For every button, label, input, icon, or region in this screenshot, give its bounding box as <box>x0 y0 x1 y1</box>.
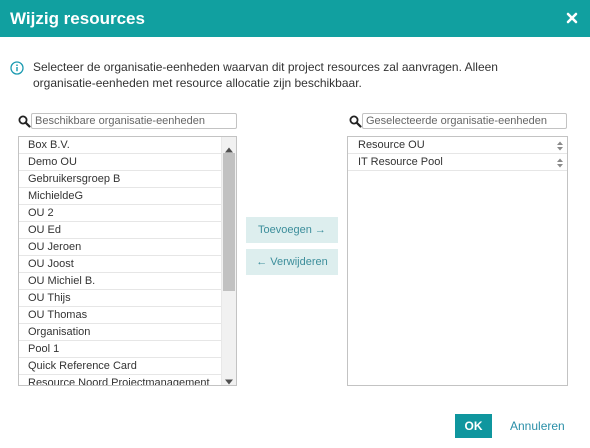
dialog-titlebar: Wijzig resources <box>0 0 590 37</box>
available-unit-item[interactable]: Quick Reference Card <box>19 358 221 375</box>
available-unit-item[interactable]: OU Joost <box>19 256 221 273</box>
selected-units-list[interactable]: Resource OU IT Resource Pool <box>347 136 568 386</box>
add-button[interactable]: Toevoegen → <box>246 217 338 243</box>
remove-button[interactable]: ← Verwijderen <box>246 249 338 275</box>
info-icon <box>10 61 24 75</box>
available-unit-item[interactable]: OU Thijs <box>19 290 221 307</box>
selected-unit-item[interactable]: Resource OU <box>348 137 567 154</box>
edit-resources-dialog: Wijzig resources Selecteer de organisati… <box>0 0 590 448</box>
scroll-down-arrow-icon[interactable] <box>225 374 233 385</box>
available-unit-item[interactable]: Resource Noord Projectmanagement <box>19 375 221 385</box>
available-unit-item[interactable]: Gebruikersgroep B <box>19 171 221 188</box>
available-search-input[interactable] <box>31 113 237 129</box>
available-unit-item[interactable]: OU Jeroen <box>19 239 221 256</box>
dialog-title: Wijzig resources <box>10 9 145 28</box>
available-search <box>18 113 238 129</box>
selected-search-input[interactable] <box>362 113 567 129</box>
info-message: Selecteer de organisatie-eenheden waarva… <box>33 60 498 90</box>
available-unit-item[interactable]: OU 2 <box>19 205 221 222</box>
cancel-link[interactable]: Annuleren <box>510 419 565 433</box>
selected-unit-item[interactable]: IT Resource Pool <box>348 154 567 171</box>
close-icon[interactable] <box>563 9 581 27</box>
reorder-arrows-icon[interactable] <box>557 157 563 168</box>
available-unit-item[interactable]: MichieldeG <box>19 188 221 205</box>
available-unit-item[interactable]: Demo OU <box>19 154 221 171</box>
search-icon <box>18 115 31 128</box>
selected-unit-label: Resource OU <box>358 139 425 151</box>
ok-button[interactable]: OK <box>455 414 492 438</box>
available-unit-item[interactable]: OU Michiel B. <box>19 273 221 290</box>
list-scrollbar[interactable] <box>221 137 236 385</box>
available-unit-item[interactable]: Box B.V. <box>19 137 221 154</box>
available-unit-item[interactable]: Pool 1 <box>19 341 221 358</box>
reorder-arrows-icon[interactable] <box>557 140 563 151</box>
available-unit-item[interactable]: OU Ed <box>19 222 221 239</box>
scrollbar-thumb[interactable] <box>223 153 235 291</box>
selected-unit-label: IT Resource Pool <box>358 156 443 168</box>
available-unit-item[interactable]: Organisation <box>19 324 221 341</box>
search-icon <box>349 115 362 128</box>
available-units-list[interactable]: Box B.V. Demo OU Gebruikersgroep B Michi… <box>18 136 237 386</box>
scroll-up-arrow-icon[interactable] <box>225 142 233 153</box>
available-unit-item[interactable]: OU Thomas <box>19 307 221 324</box>
selected-search <box>349 113 569 129</box>
